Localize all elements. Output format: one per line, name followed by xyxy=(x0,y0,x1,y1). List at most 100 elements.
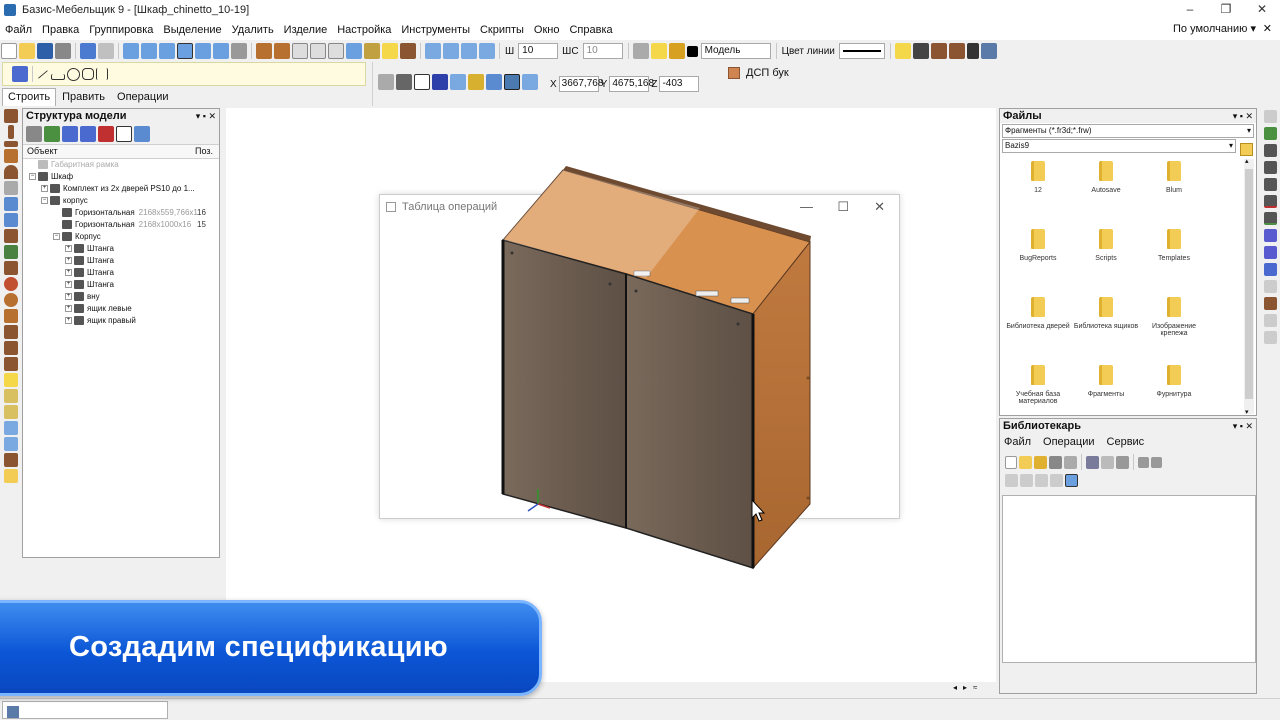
inspect-icon[interactable] xyxy=(4,421,18,435)
text-icon[interactable] xyxy=(1101,455,1114,469)
z-field[interactable]: -403 xyxy=(659,76,700,92)
zoom-fit-icon[interactable] xyxy=(425,43,441,59)
stack-remove-icon[interactable] xyxy=(1263,195,1277,208)
expand-icon[interactable]: + xyxy=(65,269,72,277)
open-icon[interactable] xyxy=(1019,455,1032,469)
open-folder-icon[interactable] xyxy=(19,43,35,59)
width-step-field[interactable]: 10 xyxy=(582,43,623,59)
tab-build[interactable]: Строить xyxy=(2,88,57,106)
scroll-thumb[interactable] xyxy=(1245,169,1253,399)
tree-row[interactable]: + Штанга xyxy=(23,267,219,279)
tree-row[interactable]: − Корпус xyxy=(23,231,219,243)
properties-icon[interactable] xyxy=(1116,455,1129,469)
list-icon[interactable] xyxy=(4,405,18,419)
librarian-menu-operations[interactable]: Операции xyxy=(1043,436,1094,448)
zoom-icon[interactable] xyxy=(461,43,477,59)
polygon-tool-icon[interactable] xyxy=(82,68,94,80)
folder-item[interactable]: Учебная база материалов xyxy=(1004,365,1072,405)
copy-icon[interactable] xyxy=(1005,473,1018,487)
librarian-content[interactable] xyxy=(1002,495,1256,663)
view-iso-icon[interactable] xyxy=(177,43,193,59)
circle-tool-icon[interactable] xyxy=(67,67,80,81)
sphere-icon[interactable] xyxy=(4,293,18,307)
material-icon[interactable] xyxy=(400,43,416,59)
cone-icon[interactable] xyxy=(4,309,18,323)
tree-row[interactable]: + ящик правый xyxy=(23,315,219,327)
menu-item-10[interactable]: Справка xyxy=(564,24,617,36)
layer-visible-icon[interactable] xyxy=(650,43,667,59)
snap-ruler-icon[interactable] xyxy=(468,74,484,90)
tree-row[interactable]: Габаритная рамка xyxy=(23,159,219,171)
link-icon[interactable] xyxy=(1050,473,1063,487)
menu-item-4[interactable]: Удалить xyxy=(227,24,279,36)
profile-h-icon[interactable] xyxy=(4,213,18,227)
folder-item[interactable]: Изображение крепежа xyxy=(1140,297,1208,337)
panel-icon[interactable] xyxy=(1263,110,1277,123)
distribute-icon[interactable] xyxy=(1263,263,1277,276)
menu-item-1[interactable]: Правка xyxy=(37,24,84,36)
dimension-tool-icon[interactable] xyxy=(96,68,108,80)
save-icon[interactable] xyxy=(1049,455,1062,469)
render-wire-icon[interactable] xyxy=(292,43,308,59)
door-icon[interactable] xyxy=(4,245,18,259)
render-outline-icon[interactable] xyxy=(328,43,344,59)
folder-up-icon[interactable] xyxy=(1240,143,1253,156)
expand-icon[interactable]: + xyxy=(65,257,72,265)
menu-item-5[interactable]: Изделие xyxy=(279,24,333,36)
width-field[interactable]: 10 xyxy=(518,43,559,59)
help-icon[interactable] xyxy=(62,125,78,142)
scissors-icon[interactable] xyxy=(912,43,929,59)
menu-item-9[interactable]: Окно xyxy=(529,24,565,36)
snap-dots-icon[interactable] xyxy=(396,74,412,90)
menu-item-8[interactable]: Скрипты xyxy=(475,24,529,36)
tag-icon[interactable] xyxy=(1086,455,1099,469)
panel-frontal-icon[interactable] xyxy=(4,141,18,147)
home-icon[interactable] xyxy=(1035,473,1048,487)
panel-horizontal-icon[interactable] xyxy=(4,109,18,123)
folder-item[interactable]: Библиотека ящиков xyxy=(1072,297,1140,330)
expand-icon[interactable]: + xyxy=(41,185,48,193)
line-style-select[interactable] xyxy=(838,43,885,59)
new-file-icon[interactable] xyxy=(1,43,17,59)
view-back-icon[interactable] xyxy=(213,43,229,59)
x-field[interactable]: 3667,768 xyxy=(558,76,603,92)
expand-icon[interactable]: − xyxy=(53,233,60,241)
nav-next-icon[interactable]: ▸ xyxy=(963,683,967,692)
layer-color-icon[interactable] xyxy=(686,45,698,57)
settings-icon[interactable] xyxy=(26,125,42,142)
snap-object-icon[interactable] xyxy=(504,74,520,90)
tree-row[interactable]: − Шкаф xyxy=(23,171,219,183)
snap-corner-icon[interactable] xyxy=(414,74,430,90)
zoom-window-icon[interactable] xyxy=(443,43,459,59)
paste-icon[interactable] xyxy=(1020,473,1033,487)
3d-viewport[interactable]: Таблица операций — ☐ ✕ xyxy=(226,108,996,682)
eye-icon[interactable] xyxy=(134,125,150,142)
line-tool-icon[interactable] xyxy=(38,69,48,79)
tree-row[interactable]: Горизонтальная 2168x1000x16 15 xyxy=(23,219,219,231)
librarian-menu-file[interactable]: Файл xyxy=(1004,436,1031,448)
menu-item-0[interactable]: Файл xyxy=(0,24,37,36)
nav-collapse-icon[interactable]: ≈ xyxy=(973,683,977,692)
rotate-view-icon[interactable] xyxy=(231,43,247,59)
preset-select[interactable]: По умолчанию ▾ xyxy=(1173,22,1256,35)
librarian-menu-service[interactable]: Сервис xyxy=(1107,436,1145,448)
minimize-button[interactable]: – xyxy=(1172,0,1208,20)
view-left-icon[interactable] xyxy=(159,43,175,59)
folder-item[interactable]: BugReports xyxy=(1004,229,1072,262)
files-controls[interactable]: ▾ ▪ ✕ xyxy=(1233,109,1253,123)
texture-icon[interactable] xyxy=(1263,297,1277,310)
fastener-icon[interactable] xyxy=(4,277,18,291)
librarian-controls[interactable]: ▾ ▪ ✕ xyxy=(1233,419,1253,433)
panel-icon[interactable] xyxy=(930,43,947,59)
pan-icon[interactable] xyxy=(479,43,495,59)
hint-icon[interactable] xyxy=(894,43,911,59)
stack-icon[interactable] xyxy=(1263,178,1277,191)
expand-icon[interactable]: + xyxy=(65,293,72,301)
folder-item[interactable]: Библиотека дверей xyxy=(1004,297,1072,330)
save-icon[interactable] xyxy=(37,43,53,59)
folder-item[interactable]: Scripts xyxy=(1072,229,1140,262)
sum-icon[interactable] xyxy=(966,43,979,59)
find-icon[interactable] xyxy=(116,125,132,142)
add-icon[interactable] xyxy=(44,125,60,142)
render-textured-icon[interactable] xyxy=(274,43,290,59)
